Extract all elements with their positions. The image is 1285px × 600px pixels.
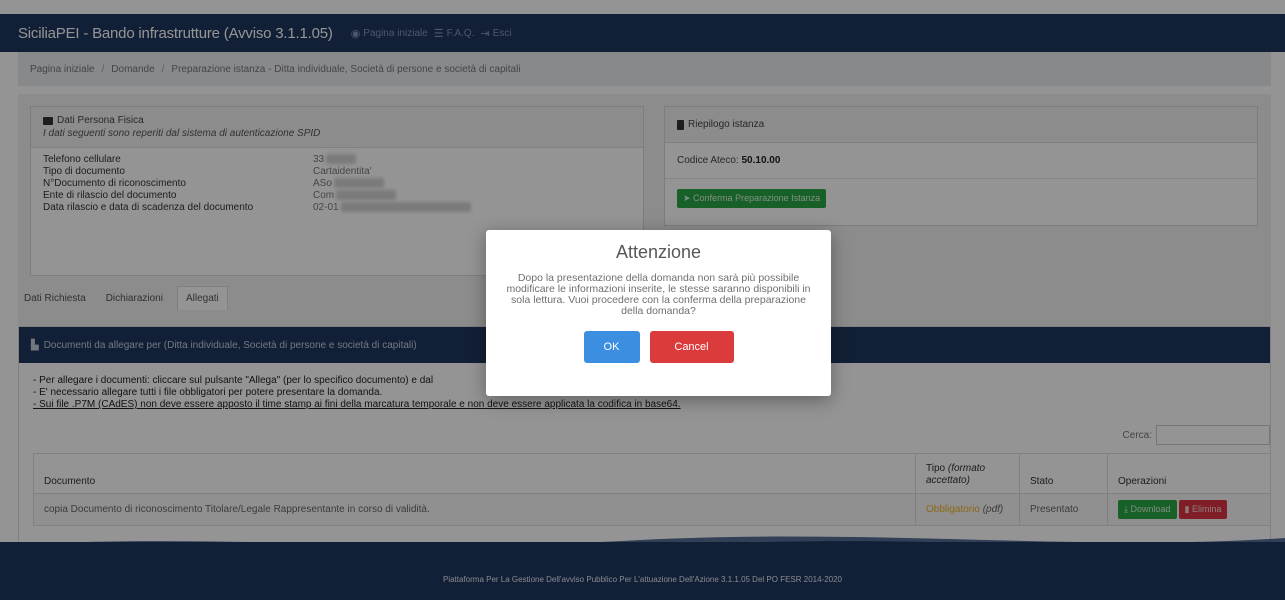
confirm-dialog: Attenzione Dopo la presentazione della d… bbox=[486, 230, 831, 396]
dialog-title: Attenzione bbox=[615, 242, 702, 262]
cancel-button[interactable]: Cancel bbox=[649, 331, 734, 363]
dialog-actions: OK Cancel bbox=[486, 331, 831, 363]
ok-button[interactable]: OK bbox=[583, 331, 640, 363]
dialog-message: Dopo la presentazione della domanda non … bbox=[506, 272, 811, 317]
